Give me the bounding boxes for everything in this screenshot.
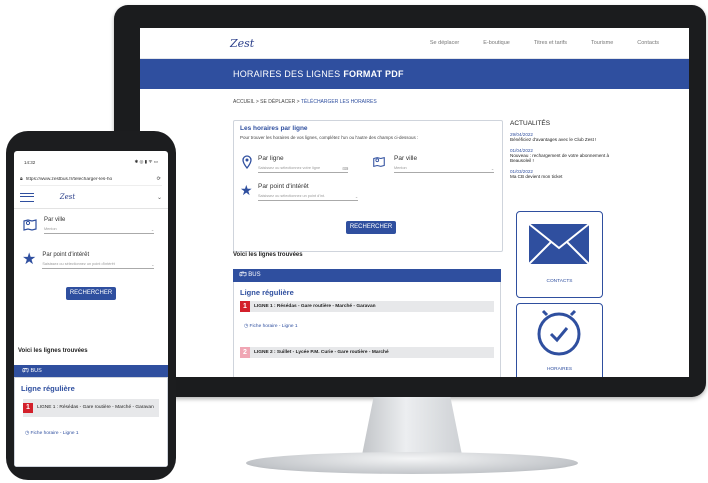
ligne-reguliere-heading: Ligne régulière [21, 384, 75, 393]
mobile-screen: 14:32 ✱ ◎ ▮ ᯤ ▭ 🔒︎ https://www.zestbus.f… [14, 151, 168, 467]
chevron-down-icon: ⌄ [490, 167, 494, 171]
par-point-label: Par point d'intérêt [258, 183, 309, 190]
news-item[interactable]: 29/04/2022 Bénéficiez d'avantages avec l… [510, 132, 610, 143]
ligne-reguliere-heading: Ligne régulière [240, 288, 294, 297]
chevron-down-icon[interactable]: ⌄ [157, 194, 162, 201]
hamburger-menu-icon[interactable] [20, 192, 34, 202]
results-list: Ligne régulière 1 LIGNE 1 : Résédas - Ga… [14, 377, 168, 467]
address-bar[interactable]: 🔒︎ https://www.zestbus.fr/telecharger-le… [20, 173, 162, 186]
top-navigation: Zest Se déplacer E-boutique Titres et ta… [140, 28, 689, 59]
monitor-stand-neck [361, 397, 463, 457]
fiche-horaire-link[interactable]: ◷ Fiche horaire - Ligne 1 [244, 324, 500, 329]
field-par-ville: Par ville Menton ⌄ [372, 155, 494, 173]
map-icon [23, 219, 37, 231]
status-bar: 14:32 ✱ ◎ ▮ ᯤ ▭ [14, 151, 168, 173]
breadcrumb-current: TÉLÉCHARGER LES HORAIRES [300, 99, 377, 105]
par-point-select[interactable]: Saisissez ou sélectionnez un point d'int… [258, 194, 358, 201]
search-title: Les horaires par ligne [240, 125, 308, 132]
zest-logo[interactable]: Zest [60, 193, 75, 201]
page-title-bold: FORMAT PDF [343, 69, 404, 79]
line-label: LIGNE 1 : Résédas - Gare routière - Marc… [37, 405, 154, 411]
chevron-down-icon: ⌄ [151, 263, 155, 267]
par-ligne-label: Par ligne [258, 155, 284, 162]
line-number-badge: 1 [240, 301, 250, 312]
monitor-stand-base [246, 452, 578, 474]
status-icons: ✱ ◎ ▮ ᯤ ▭ [134, 159, 158, 164]
par-point-select[interactable]: Saisissez ou sélectionnez un point d'int… [42, 262, 155, 269]
breadcrumb-path[interactable]: ACCUEIL > SE DÉPLACER > [233, 99, 300, 105]
line-row-1[interactable]: 1 LIGNE 1 : Résédas - Gare routière - Ma… [23, 399, 159, 417]
field-par-point: ★ Par point d'intérêt Saisissez ou sélec… [240, 183, 358, 201]
star-icon: ★ [240, 182, 253, 198]
breadcrumb: ACCUEIL > SE DÉPLACER > TÉLÉCHARGER LES … [233, 99, 689, 105]
lock-icon: 🔒︎ [20, 177, 23, 182]
horaires-card[interactable]: HORAIRES [516, 303, 603, 377]
search-box: Les horaires par ligne Pour trouver les … [233, 120, 503, 252]
reload-icon[interactable]: ⟳ [157, 177, 161, 182]
bus-section-header[interactable]: 🚌︎ BUS [14, 365, 168, 377]
results-list: Ligne régulière 1 LIGNE 1 : Résédas - Ga… [233, 282, 501, 377]
page-title-banner: HORAIRES DES LIGNES FORMAT PDF [140, 59, 689, 89]
envelope-icon [528, 223, 590, 265]
clock-icon: ◷ [25, 431, 30, 436]
par-ville-label: Par ville [394, 155, 418, 162]
news-item[interactable]: 01/04/2022 Nouveau : rechargement de vot… [510, 148, 610, 164]
line-row-2[interactable]: 2 LIGNE 2 : Suillet - Lycée P.M. Curie -… [240, 347, 494, 358]
horaires-card-label: HORAIRES [546, 367, 573, 372]
rechercher-button[interactable]: RECHERCHER [346, 221, 396, 234]
actualites-heading: ACTUALITÉS [510, 120, 551, 127]
par-ville-select[interactable]: Menton ⌄ [44, 227, 154, 234]
nav-e-boutique[interactable]: E-boutique [483, 40, 510, 46]
bus-section-header[interactable]: 🚌︎ BUS [233, 269, 501, 282]
field-par-point: ★ Par point d'intérêt Saisissez ou sélec… [22, 251, 155, 269]
nav-se-deplacer[interactable]: Se déplacer [430, 40, 459, 46]
fiche-horaire-link[interactable]: ◷ Fiche horaire - Ligne 1 [25, 431, 167, 436]
par-ville-select[interactable]: Menton ⌄ [394, 166, 494, 173]
map-icon [373, 156, 385, 168]
results-heading: Voici les lignes trouvées [233, 252, 303, 258]
status-time: 14:32 [24, 159, 36, 165]
clock-icon: ◷ [244, 324, 249, 329]
bus-icon: 🚌︎ [22, 368, 29, 374]
nav-contacts[interactable]: Contacts [637, 40, 659, 46]
bus-icon: 🚌︎ [239, 272, 247, 278]
line-number-badge: 1 [23, 403, 33, 413]
par-ligne-input[interactable]: Saisissez ou sélectionnez votre ligne ⌨ [258, 166, 348, 173]
line-label: LIGNE 1 : Résédas - Gare routière - Marc… [254, 304, 376, 309]
url-text: https://www.zestbus.fr/telecharger-les-h… [25, 176, 113, 182]
mobile-header: Zest ⌄ [14, 186, 168, 209]
field-par-ville: Par ville Menton ⌄ [22, 217, 154, 234]
nav-titres-tarifs[interactable]: Titres et tarifs [534, 40, 567, 46]
search-help: Pour trouver les horaires de vos lignes,… [240, 135, 419, 140]
star-icon: ★ [22, 251, 37, 268]
chevron-down-icon: ⌄ [354, 195, 358, 199]
rechercher-button[interactable]: RECHERCHER [66, 287, 116, 300]
page-title: HORAIRES DES LIGNES [233, 69, 341, 79]
chevron-down-icon: ⌄ [150, 228, 154, 232]
desktop-screen: Zest Se déplacer E-boutique Titres et ta… [140, 28, 689, 377]
line-number-badge: 2 [240, 347, 250, 358]
news-item[interactable]: 01/03/2022 Ma CB devient mon ticket [510, 169, 610, 180]
par-ville-label: Par ville [44, 217, 66, 223]
nav-tourisme[interactable]: Tourisme [591, 40, 613, 46]
actualites-panel: ACTUALITÉS 29/04/2022 Bénéficiez d'avant… [510, 120, 610, 185]
map-pin-icon [242, 155, 252, 169]
par-point-label: Par point d'intérêt [42, 252, 90, 258]
clock-icon [537, 309, 581, 356]
contacts-card[interactable]: CONTACTS [516, 211, 603, 298]
results-heading: Voici les lignes trouvées [18, 348, 88, 354]
zest-logo[interactable]: Zest [230, 37, 254, 50]
line-row-1[interactable]: 1 LIGNE 1 : Résédas - Gare routière - Ma… [240, 301, 494, 312]
field-par-ligne: Par ligne Saisissez ou sélectionnez votr… [240, 155, 348, 173]
contacts-card-label: CONTACTS [546, 279, 573, 284]
line-label: LIGNE 2 : Suillet - Lycée P.M. Curie - G… [254, 350, 389, 355]
keyboard-icon: ⌨ [342, 167, 348, 171]
